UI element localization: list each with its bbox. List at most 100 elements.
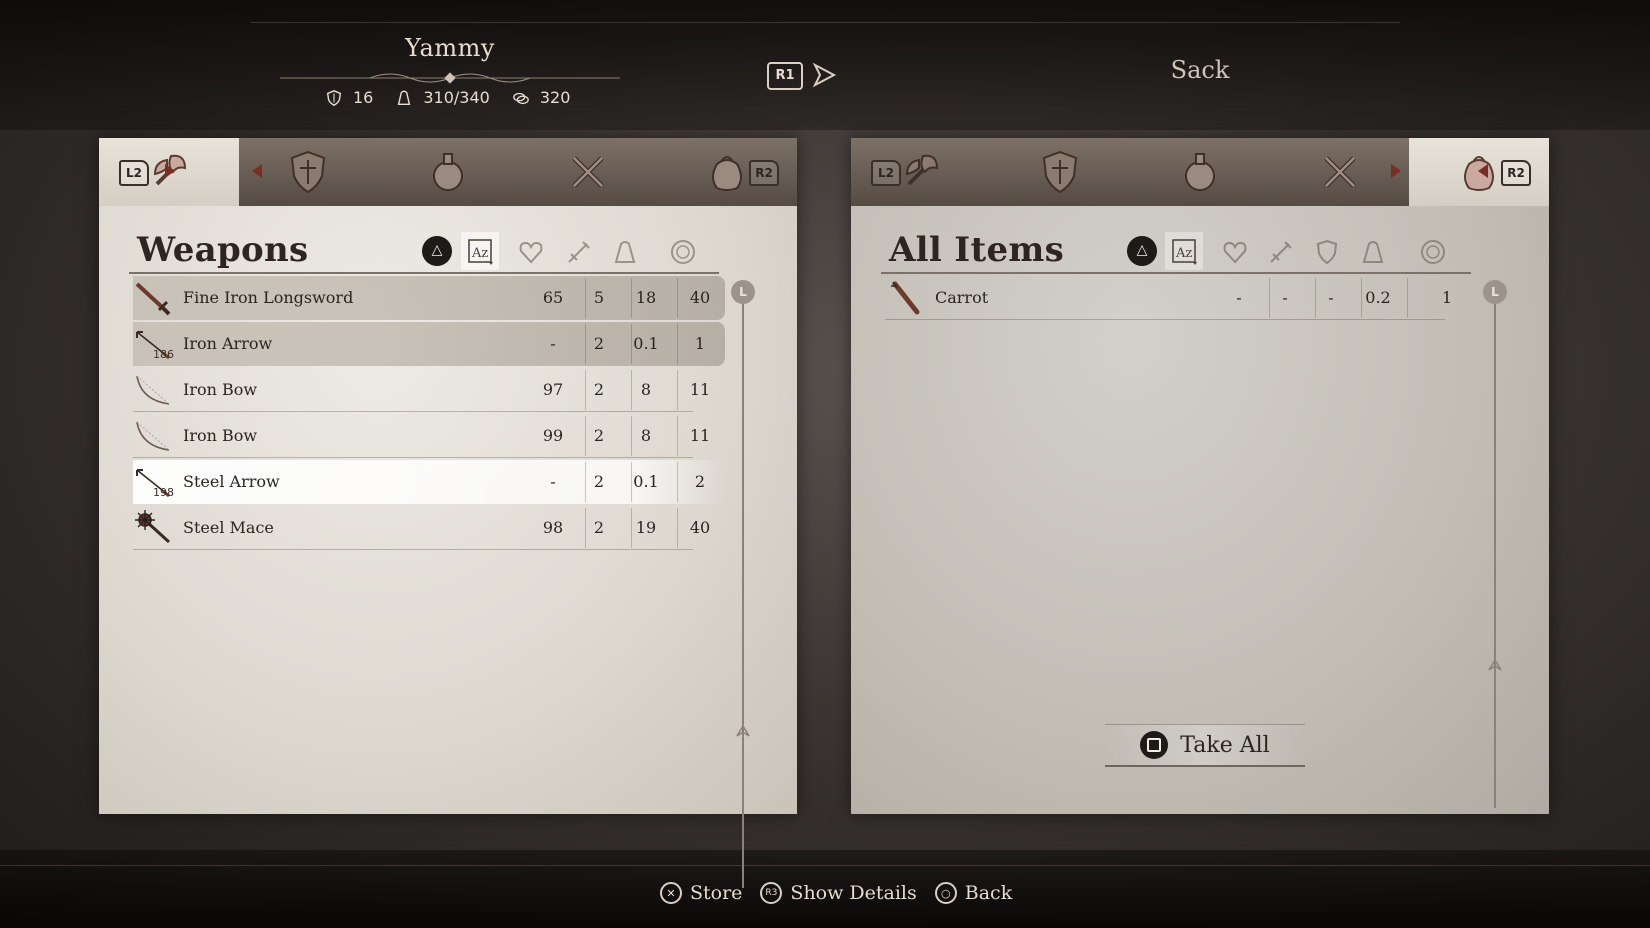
coin-icon[interactable] (1419, 238, 1447, 266)
damage-icon[interactable] (1267, 238, 1295, 266)
row-divider (133, 457, 693, 458)
item-value: 1 (694, 334, 706, 353)
player-stats: 16 310/340 320 (325, 88, 570, 107)
bow-icon (136, 375, 170, 405)
item-damage: - (1282, 288, 1288, 307)
item-weight: 0.2 (1365, 288, 1391, 307)
weight-icon[interactable] (611, 238, 639, 266)
sort-az-button[interactable]: Az (1165, 232, 1203, 270)
item-health: - (550, 334, 556, 353)
sort-az-icon: Az (468, 239, 493, 265)
potion-icon (432, 153, 463, 191)
armor-icon[interactable] (1313, 238, 1341, 266)
show-details-label: Show Details (790, 882, 917, 904)
item-name: Iron Bow (183, 426, 258, 445)
table-row[interactable]: Fine Iron Longsword 65 5 18 40 (133, 276, 725, 320)
item-value: 40 (689, 288, 711, 307)
scroll-stick-indicator[interactable]: L (1483, 280, 1507, 304)
r2-bumper[interactable]: R2 (749, 160, 779, 186)
store-prompt[interactable]: ✕ Store (660, 882, 742, 904)
scrollbar-track[interactable] (742, 298, 744, 888)
item-weight: 18 (635, 288, 657, 307)
item-damage: 2 (593, 472, 605, 491)
item-health: 97 (542, 380, 564, 399)
header-underline (129, 272, 719, 274)
armor-shield-icon (291, 150, 326, 194)
tools-icon (1323, 156, 1356, 188)
triangle-button[interactable]: △ (1127, 236, 1157, 266)
sort-az-button[interactable]: Az (461, 232, 499, 270)
triangle-button[interactable]: △ (422, 236, 452, 266)
r2-bumper[interactable]: R2 (1501, 160, 1531, 186)
item-weight: 8 (640, 380, 652, 399)
table-row[interactable]: Carrot - - - 0.2 1 (885, 276, 1477, 320)
cross-button-icon: ✕ (660, 882, 682, 904)
item-name: Carrot (935, 288, 989, 307)
tab-potions[interactable] (378, 138, 518, 206)
potion-icon (1184, 153, 1215, 191)
weight-icon[interactable] (1359, 238, 1387, 266)
scrollbar-track[interactable] (1494, 298, 1496, 808)
l2-bumper[interactable]: L2 (119, 160, 149, 186)
top-divider (250, 22, 1400, 23)
item-name: Iron Bow (183, 380, 258, 399)
column-divider (1407, 278, 1408, 318)
show-details-prompt[interactable]: R3 Show Details (760, 882, 917, 904)
tab-potions[interactable] (1130, 138, 1270, 206)
item-damage: 2 (593, 518, 605, 537)
ornament-divider (280, 72, 620, 84)
row-divider (133, 411, 693, 412)
category-tabs: L2 R2 (99, 138, 797, 206)
heart-icon[interactable] (1221, 238, 1249, 266)
item-value: 40 (689, 518, 711, 537)
item-value: 1 (1441, 288, 1453, 307)
weight-value: 310/340 (423, 88, 490, 107)
arrow-right-icon[interactable] (810, 61, 838, 89)
container-title: Sack (1170, 56, 1230, 84)
scroll-stick-indicator[interactable]: L (731, 280, 755, 304)
coin-icon[interactable] (669, 238, 697, 266)
bow-icon (136, 421, 170, 451)
item-damage: 5 (593, 288, 605, 307)
item-weight: 8 (640, 426, 652, 445)
tab-marker-right (1391, 164, 1401, 178)
heart-icon[interactable] (517, 238, 545, 266)
coins-icon (512, 92, 529, 104)
item-health: - (550, 472, 556, 491)
armor-shield-icon (1043, 150, 1078, 194)
table-row[interactable]: Steel Mace 98 2 19 40 (133, 506, 725, 550)
item-health: 98 (542, 518, 564, 537)
defense-value: 16 (353, 88, 374, 107)
table-row[interactable]: Iron Bow 97 2 8 11 (133, 368, 725, 412)
food-sack-icon (712, 156, 743, 191)
item-value: 2 (694, 472, 706, 491)
r1-switch-button[interactable]: R1 (767, 62, 803, 90)
money-stat: 320 (512, 88, 571, 107)
shield-icon (326, 89, 342, 106)
square-button-icon (1140, 731, 1169, 759)
row-divider (133, 549, 693, 550)
carrot-icon (891, 281, 920, 315)
tab-tools[interactable] (1270, 138, 1410, 206)
header-underline (881, 272, 1471, 274)
tab-armor[interactable] (991, 138, 1131, 206)
sack-inventory-panel: L2 R2 All Items △ Az Carrot - - - 0.2 1 … (851, 138, 1549, 814)
sword-icon (135, 282, 171, 316)
back-prompt[interactable]: ○ Back (934, 882, 1012, 904)
table-row[interactable]: Iron Bow 99 2 8 11 (133, 414, 725, 458)
table-row[interactable]: 186 Iron Arrow - 2 0.1 1 (133, 322, 725, 366)
table-row-selected[interactable]: 198 Steel Arrow - 2 0.1 2 (133, 460, 725, 504)
take-all-button[interactable]: Take All (1105, 724, 1305, 767)
mace-icon (135, 510, 171, 544)
item-name: Iron Arrow (183, 334, 273, 353)
damage-icon[interactable] (565, 238, 593, 266)
item-value: 11 (689, 426, 711, 445)
item-health: 65 (542, 288, 564, 307)
tab-tools[interactable] (518, 138, 658, 206)
money-value: 320 (539, 88, 571, 107)
defense-stat: 16 (325, 88, 373, 107)
tab-marker-left (252, 164, 262, 178)
item-name: Steel Mace (183, 518, 274, 537)
l2-bumper[interactable]: L2 (871, 160, 901, 186)
item-quantity: 198 (153, 486, 174, 499)
